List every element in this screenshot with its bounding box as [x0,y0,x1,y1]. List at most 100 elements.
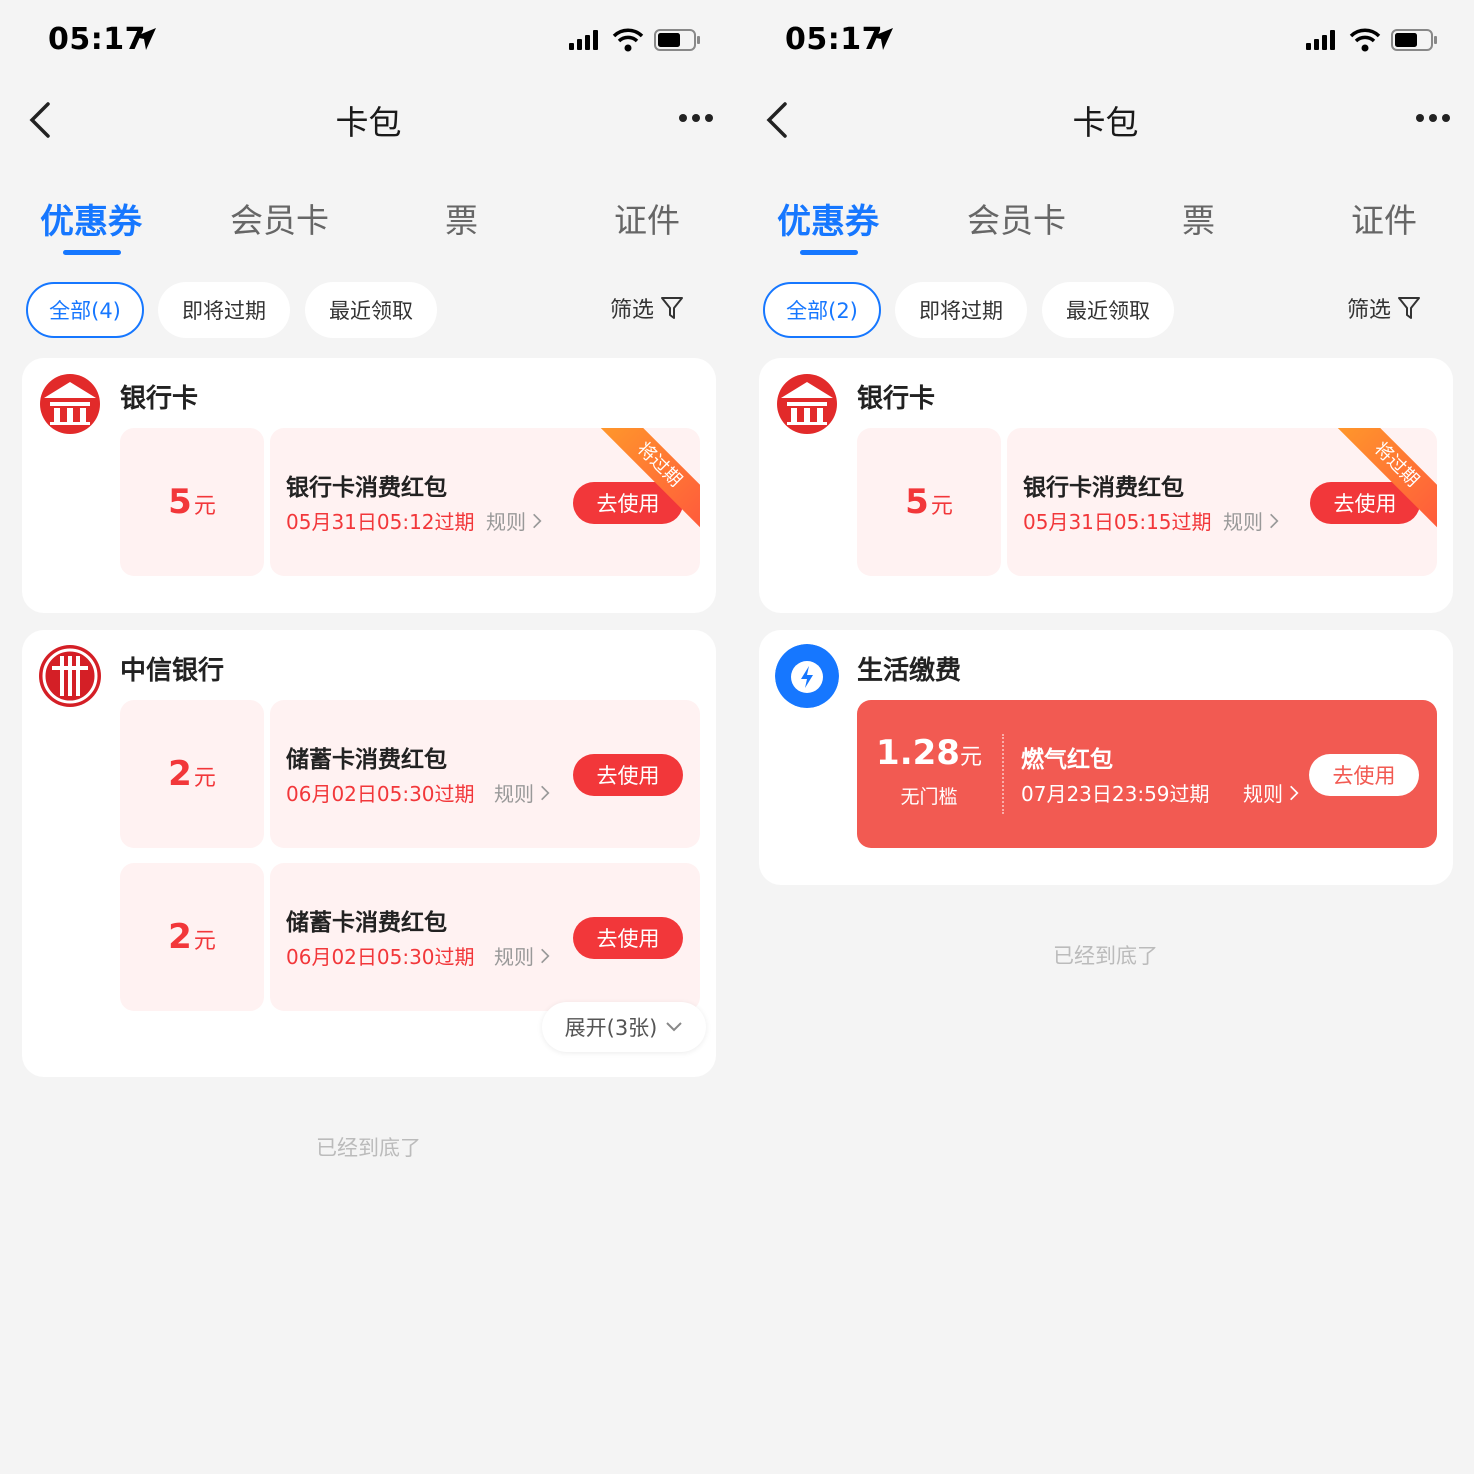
merchant-card-bank: 银行卡 5元 银行卡消费红包 05月31日05:12过期 规则 去使用 将过期 [22,358,716,613]
more-dots-icon[interactable] [678,110,714,126]
expand-label: 展开(3张) [564,1016,658,1040]
bank-icon [775,372,839,436]
coupon-amount-panel: 5元 [120,428,264,576]
filter-button[interactable]: 筛选 [610,292,684,324]
chevron-right-icon [1269,512,1279,530]
phone-screen-left: 05:17 卡包 优惠券 会员卡 票 证件 全部(4) 即将过期 最近领取 筛选… [0,0,737,1474]
tab-coupons[interactable]: 优惠券 [777,194,879,243]
tab-membership-cards[interactable]: 会员卡 [230,194,329,242]
coupon-expiry: 06月02日05:30过期 [286,945,475,969]
coupon-divider [1002,734,1004,814]
merchant-name: 生活缴费 [857,656,962,686]
chevron-right-icon [540,947,550,965]
coupon-title: 燃气红包 [1021,747,1113,773]
coupon-detail-panel: 银行卡消费红包 05月31日05:15过期 规则 去使用 将过期 [1007,428,1437,576]
coupon-title: 储蓄卡消费红包 [286,910,447,936]
coupon-expiry: 07月23日23:59过期 [1021,782,1210,806]
rule-link[interactable]: 规则 [486,506,542,535]
coupon-amount-panel: 2元 [120,700,264,848]
rule-link[interactable]: 规则 [494,778,550,807]
chip-recently-received[interactable]: 最近领取 [305,282,437,338]
location-arrow-icon [134,28,156,50]
tab-tickets[interactable]: 票 [445,194,478,242]
nav-bar: 卡包 [737,80,1474,160]
merchant-card-citic: 中信银行 2元 储蓄卡消费红包 06月02日05:30过期 规则 去使用 2元 … [22,630,716,1077]
coupon-amount: 5元 [905,482,953,522]
signal-icon [1306,30,1335,50]
rule-link[interactable]: 规则 [1243,778,1299,807]
expand-button[interactable]: 展开(3张) [542,1002,706,1052]
tab-tickets[interactable]: 票 [1182,194,1215,242]
merchant-name: 银行卡 [857,384,936,414]
coupon-expiry: 05月31日05:15过期 [1023,510,1212,534]
page-title: 卡包 [335,103,402,142]
coupon-expiry: 05月31日05:12过期 [286,510,475,534]
merchant-card-bank: 银行卡 5元 银行卡消费红包 05月31日05:15过期 规则 去使用 将过期 [759,358,1453,613]
status-bar: 05:17 [0,0,737,80]
coupon[interactable]: 2元 储蓄卡消费红包 06月02日05:30过期 规则 去使用 [120,700,700,848]
coupon-amount: 2元 [168,917,216,957]
coupon-detail-panel: 储蓄卡消费红包 06月02日05:30过期 规则 去使用 [270,700,700,848]
merchant-name: 中信银行 [120,656,225,686]
coupon[interactable]: 5元 银行卡消费红包 05月31日05:15过期 规则 去使用 将过期 [857,428,1437,576]
coupon-detail-panel: 银行卡消费红包 05月31日05:12过期 规则 去使用 将过期 [270,428,700,576]
use-button[interactable]: 去使用 [573,917,683,959]
rule-link[interactable]: 规则 [494,941,550,970]
phone-screen-right: 05:17 卡包 优惠券 会员卡 票 证件 全部(2) 即将过期 最近领取 筛选… [737,0,1474,1474]
battery-icon [1391,29,1437,51]
wifi-icon [1349,28,1381,52]
filter-row: 全部(2) 即将过期 最近领取 筛选 [737,282,1474,338]
status-bar: 05:17 [737,0,1474,80]
coupon-detail-panel: 储蓄卡消费红包 06月02日05:30过期 规则 去使用 [270,863,700,1011]
active-tab-indicator [800,250,858,255]
tab-coupons[interactable]: 优惠券 [40,194,142,243]
nav-bar: 卡包 [0,80,737,160]
coupon-amount: 5元 [168,482,216,522]
filter-label: 筛选 [1347,298,1392,323]
filter-row: 全部(4) 即将过期 最近领取 筛选 [0,282,737,338]
more-dots-icon[interactable] [1415,110,1451,126]
page-title: 卡包 [1072,103,1139,142]
tab-documents[interactable]: 证件 [614,194,680,242]
chevron-right-icon [540,784,550,802]
coupon-amount: 1.28元 [876,733,982,773]
use-button[interactable]: 去使用 [1309,754,1419,796]
category-tabs: 优惠券 会员卡 票 证件 [0,190,737,260]
coupon-amount-panel: 5元 [857,428,1001,576]
merchant-name: 银行卡 [120,384,199,414]
chevron-down-icon [666,1022,683,1032]
chip-expiring-soon[interactable]: 即将过期 [158,282,290,338]
citic-bank-logo-icon [39,645,101,707]
chip-all[interactable]: 全部(4) [26,282,144,338]
filter-label: 筛选 [610,298,655,323]
coupon-expiry: 06月02日05:30过期 [286,782,475,806]
funnel-icon [1398,297,1421,319]
bank-icon [38,372,102,436]
active-tab-indicator [63,250,121,255]
chevron-right-icon [532,512,542,530]
rule-link[interactable]: 规则 [1223,506,1279,535]
chevron-right-icon [1289,784,1299,802]
end-of-list-hint: 已经到底了 [316,1136,421,1160]
merchant-card-utilities: 生活缴费 1.28元 无门槛 燃气红包 07月23日23:59过期 规则 去使用 [759,630,1453,885]
coupon-amount: 2元 [168,754,216,794]
lightning-bolt-icon [775,644,839,708]
coupon-threshold: 无门槛 [900,786,958,808]
location-arrow-icon [871,28,893,50]
filter-button[interactable]: 筛选 [1347,292,1421,324]
use-button[interactable]: 去使用 [573,754,683,796]
chip-all[interactable]: 全部(2) [763,282,881,338]
end-of-list-hint: 已经到底了 [1053,944,1158,968]
coupon-title: 储蓄卡消费红包 [286,747,447,773]
chip-expiring-soon[interactable]: 即将过期 [895,282,1027,338]
chip-recently-received[interactable]: 最近领取 [1042,282,1174,338]
coupon[interactable]: 1.28元 无门槛 燃气红包 07月23日23:59过期 规则 去使用 [857,700,1437,848]
category-tabs: 优惠券 会员卡 票 证件 [737,190,1474,260]
coupon-title: 银行卡消费红包 [286,475,447,501]
tab-membership-cards[interactable]: 会员卡 [967,194,1066,242]
coupon-title: 银行卡消费红包 [1023,475,1184,501]
coupon-amount-panel: 2元 [120,863,264,1011]
tab-documents[interactable]: 证件 [1351,194,1417,242]
coupon[interactable]: 5元 银行卡消费红包 05月31日05:12过期 规则 去使用 将过期 [120,428,700,576]
coupon[interactable]: 2元 储蓄卡消费红包 06月02日05:30过期 规则 去使用 [120,863,700,1011]
